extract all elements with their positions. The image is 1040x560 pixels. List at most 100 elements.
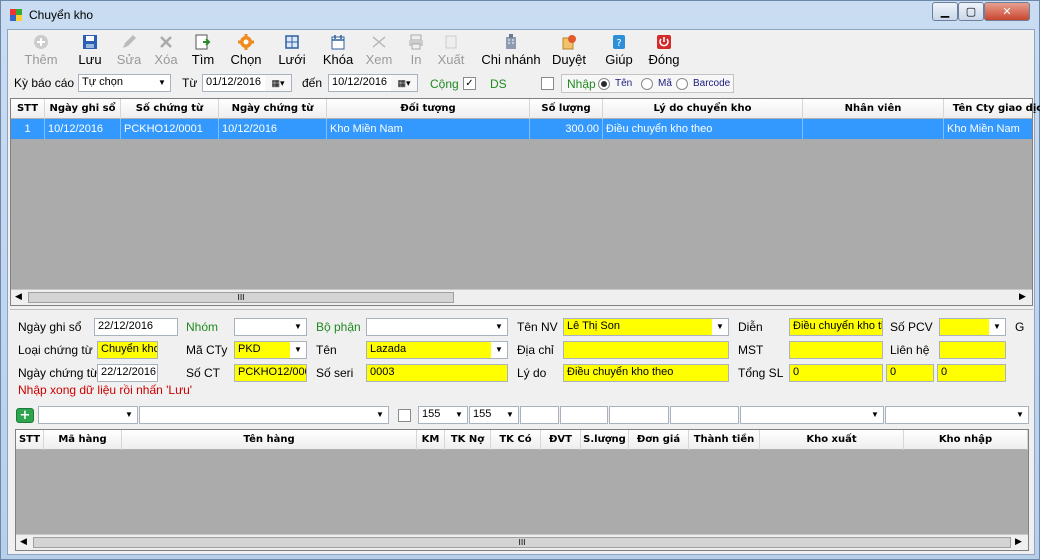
quantity-field[interactable]: [560, 406, 608, 424]
khóa-button[interactable]: Khóa: [318, 34, 358, 67]
ten-select[interactable]: Lazada ▼: [366, 341, 508, 359]
column-header[interactable]: Tên Cty giao dịch: [944, 99, 1040, 119]
product-name-select[interactable]: ▼: [139, 406, 389, 424]
đóng-button[interactable]: Đóng: [647, 34, 681, 67]
input-mode-group: Nhập Tên Mã Barcode: [561, 74, 734, 93]
detail-column-header[interactable]: Tên hàng: [122, 430, 417, 450]
giúp-button[interactable]: ? Giúp: [603, 34, 635, 67]
scroll-right-icon[interactable]: ▶: [1019, 292, 1026, 302]
xem-button[interactable]: Xem: [364, 34, 394, 67]
detail-column-header[interactable]: Mã hàng: [44, 430, 122, 450]
table-row[interactable]: 1 10/12/2016 PCKHO12/0001 10/12/2016 Kho Miề…: [11, 119, 1032, 139]
voucher-list-grid[interactable]: STT Ngày ghi sổ Số chứng từ Ngày chứng từ Đố…: [10, 98, 1040, 306]
so-pcv-select[interactable]: ▼: [939, 318, 1006, 336]
detail-scroll-thumb[interactable]: III: [33, 537, 1011, 548]
from-date-picker[interactable]: 01/12/2016 ▦▾: [202, 74, 292, 92]
tong-sl-value-1: 0: [793, 366, 800, 378]
period-select[interactable]: Tự chọn ▼: [78, 74, 171, 92]
column-header[interactable]: Nhân viên: [803, 99, 944, 119]
km-checkbox[interactable]: [398, 409, 411, 422]
ten-nv-select[interactable]: Lê Thị Son ▼: [563, 318, 729, 336]
lien-he-field[interactable]: [939, 341, 1006, 359]
loai-ct-select[interactable]: Chuyển kho: [97, 341, 158, 359]
amount-field[interactable]: [670, 406, 739, 424]
detail-column-header[interactable]: ĐVT: [541, 430, 581, 450]
dia-chi-field[interactable]: [563, 341, 729, 359]
maximize-button[interactable]: ▢: [958, 2, 984, 21]
tk-co-select[interactable]: 155 ▼: [469, 406, 519, 424]
from-warehouse-select[interactable]: ▼: [740, 406, 884, 424]
sửa-button[interactable]: Sửa: [112, 34, 146, 67]
detail-column-header[interactable]: TK Nợ: [445, 430, 491, 450]
radio-ma[interactable]: [641, 78, 653, 90]
column-header[interactable]: Ngày chứng từ: [219, 99, 327, 119]
detail-column-header[interactable]: Đơn giá: [629, 430, 689, 450]
nhap-checkbox[interactable]: [541, 77, 554, 90]
detail-grid-header: STT Mã hàng Tên hàng KM TK Nợ TK Có ĐVT S.lượng…: [16, 430, 1028, 450]
ma-cty-select[interactable]: PKD ▼: [234, 341, 307, 359]
unit-price-field[interactable]: [609, 406, 669, 424]
to-date-picker[interactable]: 10/12/2016 ▦▾: [328, 74, 418, 92]
minimize-button[interactable]: ▁: [932, 2, 958, 21]
lưu-button[interactable]: Lưu: [73, 34, 107, 67]
tk-no-select[interactable]: 155 ▼: [418, 406, 468, 424]
chevron-down-icon: ▼: [712, 319, 728, 335]
ds-label: DS: [490, 77, 507, 91]
column-header[interactable]: STT: [11, 99, 45, 119]
ly-do-field[interactable]: Điều chuyển kho theo: [563, 364, 729, 382]
lưới-button[interactable]: Lưới: [277, 34, 307, 67]
column-header[interactable]: Số chứng từ: [121, 99, 219, 119]
ngay-ghi-so-field[interactable]: 22/12/2016: [94, 318, 178, 336]
bo-phan-select[interactable]: ▼: [366, 318, 508, 336]
nhom-select[interactable]: ▼: [234, 318, 307, 336]
chi-nhánh-button[interactable]: Chi nhánh: [479, 34, 543, 67]
mst-field[interactable]: [789, 341, 883, 359]
scroll-left-icon[interactable]: ◀: [20, 537, 27, 547]
radio-barcode[interactable]: [676, 78, 688, 90]
xuất-button[interactable]: Xuất: [436, 34, 466, 67]
unit-field[interactable]: [520, 406, 559, 424]
xóa-button[interactable]: Xóa: [149, 34, 183, 67]
detail-column-header[interactable]: Kho xuất: [760, 430, 904, 450]
scroll-thumb[interactable]: III: [28, 292, 454, 303]
product-code-select[interactable]: ▼: [38, 406, 138, 424]
splitter[interactable]: [10, 309, 1033, 312]
column-header[interactable]: Ngày ghi sổ: [45, 99, 121, 119]
detail-horizontal-scrollbar[interactable]: ◀ III ▶: [16, 534, 1028, 550]
thêm-button[interactable]: Thêm: [24, 34, 58, 67]
detail-column-header[interactable]: TK Có: [491, 430, 541, 450]
detail-column-header[interactable]: S.lượng: [581, 430, 629, 450]
close-button[interactable]: ✕: [984, 2, 1030, 21]
tong-sl-field-2[interactable]: 0: [886, 364, 934, 382]
calendar-icon: ▦▾: [391, 75, 417, 91]
so-ct-field[interactable]: PCKHO12/000: [234, 364, 307, 382]
table-cell: [803, 119, 944, 139]
scroll-left-icon[interactable]: ◀: [15, 292, 22, 302]
detail-column-header[interactable]: STT: [16, 430, 44, 450]
detail-lines-grid[interactable]: STT Mã hàng Tên hàng KM TK Nợ TK Có ĐVT S.lượng…: [15, 429, 1029, 551]
scroll-right-icon[interactable]: ▶: [1015, 537, 1022, 547]
column-header[interactable]: Số lượng: [530, 99, 603, 119]
to-warehouse-select[interactable]: ▼: [885, 406, 1029, 424]
column-header[interactable]: Đối tượng: [327, 99, 530, 119]
tìm-button[interactable]: Tìm: [188, 34, 218, 67]
tong-sl-field-3[interactable]: 0: [937, 364, 1006, 382]
detail-column-header[interactable]: Kho nhập: [904, 430, 1028, 450]
chọn-button[interactable]: Chọn: [228, 34, 264, 67]
ngay-ct-field[interactable]: 22/12/2016: [97, 364, 158, 382]
add-line-button[interactable]: +: [16, 408, 34, 423]
detail-column-header[interactable]: Thành tiền: [689, 430, 760, 450]
column-header[interactable]: Lý do chuyển kho: [603, 99, 803, 119]
radio-ten[interactable]: [598, 78, 610, 90]
tong-sl-label: Tổng SL: [738, 366, 784, 380]
horizontal-scrollbar[interactable]: ◀ III ▶: [11, 289, 1032, 305]
duyệt-button[interactable]: Duyệt: [552, 34, 586, 67]
in-button[interactable]: In: [406, 34, 426, 67]
period-value: Tự chọn: [82, 76, 123, 88]
detail-column-header[interactable]: KM: [417, 430, 445, 450]
so-seri-field[interactable]: 0003: [366, 364, 508, 382]
tong-sl-field-1[interactable]: 0: [789, 364, 883, 382]
dien-field[interactable]: Điều chuyển kho th: [789, 318, 883, 336]
cong-checkbox[interactable]: ✓: [463, 77, 476, 90]
so-seri-value: 0003: [370, 366, 395, 378]
